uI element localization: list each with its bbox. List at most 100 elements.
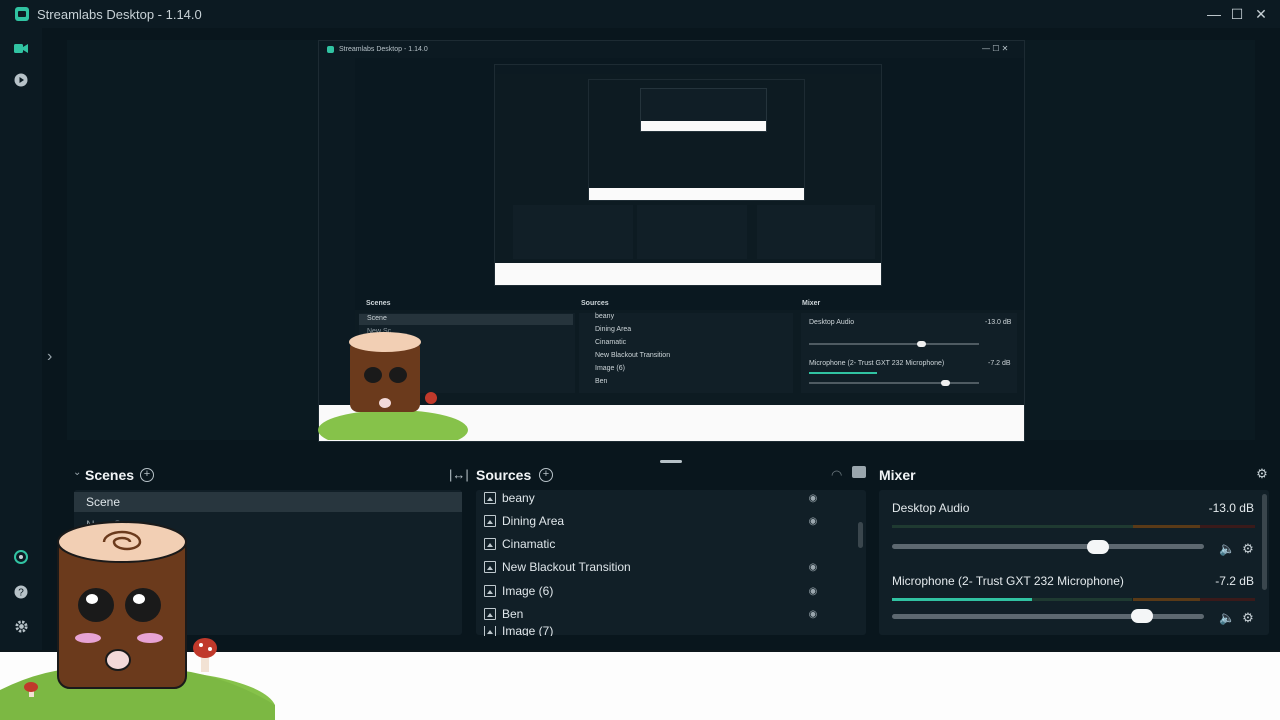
nested-source-item[interactable]: Cinamatic [595,339,626,346]
mixer-scrollbar[interactable] [1262,494,1267,590]
source-label: Image (7) [502,626,554,636]
visibility-off-icon[interactable]: ◉ [806,607,820,621]
title-bar: Streamlabs Desktop - 1.14.0 [0,0,1280,28]
stump-mascot-large [0,521,275,720]
nested-mixer-channel-name: Microphone (2- Trust GXT 232 Microphone) [809,360,945,367]
nested-scenes-title: Scenes [366,300,391,307]
mic-volume-slider[interactable] [892,614,1204,619]
visibility-off-icon[interactable]: ◉ [806,584,820,598]
add-source-button[interactable]: + [539,468,553,482]
nested2-title-bar [495,65,881,74]
source-item[interactable]: Cinamatic [478,534,862,554]
image-icon [484,608,496,620]
folder-icon[interactable] [852,466,866,478]
desktop-audio-volume-slider[interactable] [892,544,1204,549]
scene-transition-icon[interactable]: |↔| [449,467,469,482]
sources-title: Sources [476,467,532,483]
nested-source-item[interactable]: Ben [595,378,607,385]
nested-mic-knob[interactable] [941,380,950,386]
visibility-off-icon[interactable]: ◉ [806,560,820,574]
image-icon [484,515,496,527]
image-icon [484,585,496,597]
nested3-white-strip [589,188,804,200]
source-item[interactable]: Ben ◉ [478,604,862,624]
mixer-title: Mixer [879,467,916,483]
nested-window-title: Streamlabs Desktop - 1.14.0 [339,46,428,53]
image-icon [484,561,496,573]
source-label: Cinamatic [502,537,556,551]
visibility-off-icon[interactable]: ◉ [806,491,820,505]
streamlabs-logo-icon [15,7,29,21]
nested2-scenes-panel [513,205,633,259]
mic-meter-mid [1133,598,1200,601]
visibility-off-icon[interactable]: ◉ [806,514,820,528]
source-label: beany [502,491,535,505]
mixer-channel-db: -13.0 dB [1208,501,1254,515]
nested-source-item[interactable]: New Blackout Transition [595,352,670,359]
nested-window-controls: — ☐ ✕ [982,44,1009,53]
nested-title-bar: Streamlabs Desktop - 1.14.0 [319,41,1024,58]
nested-preview-window-4 [640,88,767,132]
nested4-white-strip [641,121,766,131]
nested2-mixer-panel [757,205,875,259]
source-item[interactable]: beany ◉ [478,488,862,508]
nested-mic-meter [809,372,877,374]
mixer-channel-name: Microphone (2- Trust GXT 232 Microphone) [892,574,1124,588]
nested-mixer-channel-name: Desktop Audio [809,319,855,326]
mixer-settings-gear-icon[interactable]: ⚙ [1255,466,1269,481]
desktop-audio-volume-knob[interactable] [1087,540,1109,554]
mic-volume-knob[interactable] [1131,609,1153,623]
nested-sources-title: Sources [581,300,609,307]
scenes-title: Scenes [85,467,135,483]
desktop-audio-meter-mid [1133,525,1200,528]
source-label: Image (6) [502,584,554,598]
image-icon [484,626,496,636]
source-label: Ben [502,607,524,621]
nested-mixer-channel-db: -13.0 dB [985,319,1012,326]
chevron-down-icon[interactable]: ⌄ [73,467,81,478]
minimize-button[interactable]: — [1205,5,1223,23]
nested-mixer-channel-db: -7.2 dB [988,360,1011,367]
nested-source-item[interactable]: Dining Area [595,326,631,333]
nested-source-item[interactable]: beany [595,313,614,320]
source-item[interactable]: Dining Area ◉ [478,511,862,531]
nested-scene-selected [359,314,573,325]
nested-volume-knob[interactable] [917,341,926,347]
nested-logo-icon [327,46,334,53]
source-label: New Blackout Transition [502,560,631,574]
chevron-right-icon[interactable]: › [47,348,52,366]
nested-volume-slider[interactable] [809,343,979,345]
mic-meter-active [892,598,1032,601]
add-scene-button[interactable]: + [140,468,154,482]
close-button[interactable]: ✕ [1252,5,1270,23]
scene-item-selected[interactable]: Scene [74,492,462,512]
source-group-icon[interactable]: ◠ [831,467,842,483]
nested2-white-strip [495,263,881,285]
mixer-channel-name: Desktop Audio [892,501,970,515]
maximize-button[interactable]: ☐ [1228,5,1246,23]
mic-meter-high [1200,598,1255,601]
source-item[interactable]: Image (6) ◉ [478,581,862,601]
audio-settings-gear-icon[interactable]: ⚙ [1241,610,1255,625]
nested-mixer-title: Mixer [802,300,821,307]
mic-meter-low [1032,598,1132,601]
window-title: Streamlabs Desktop - 1.14.0 [37,6,202,22]
desktop-audio-meter-high [1200,525,1255,528]
image-icon [484,492,496,504]
nested2-sources-panel [637,205,747,259]
image-icon [484,538,496,550]
speaker-icon[interactable]: 🔈 [1219,541,1235,556]
nested-mic-slider[interactable] [809,382,979,384]
source-item[interactable]: New Blackout Transition ◉ [478,557,862,577]
speaker-icon[interactable]: 🔈 [1219,610,1235,625]
nested-source-item[interactable]: Image (6) [595,365,625,372]
desktop-audio-meter-low [892,525,1133,528]
dock-resize-handle[interactable] [660,460,682,463]
studio-icon[interactable] [12,39,30,57]
source-label: Dining Area [502,514,565,528]
play-icon[interactable] [12,71,30,89]
stump-mascot-small [318,332,468,440]
nested-scene-item[interactable]: Scene [367,315,387,322]
source-item[interactable]: Image (7) [478,626,862,636]
audio-settings-gear-icon[interactable]: ⚙ [1241,541,1255,556]
